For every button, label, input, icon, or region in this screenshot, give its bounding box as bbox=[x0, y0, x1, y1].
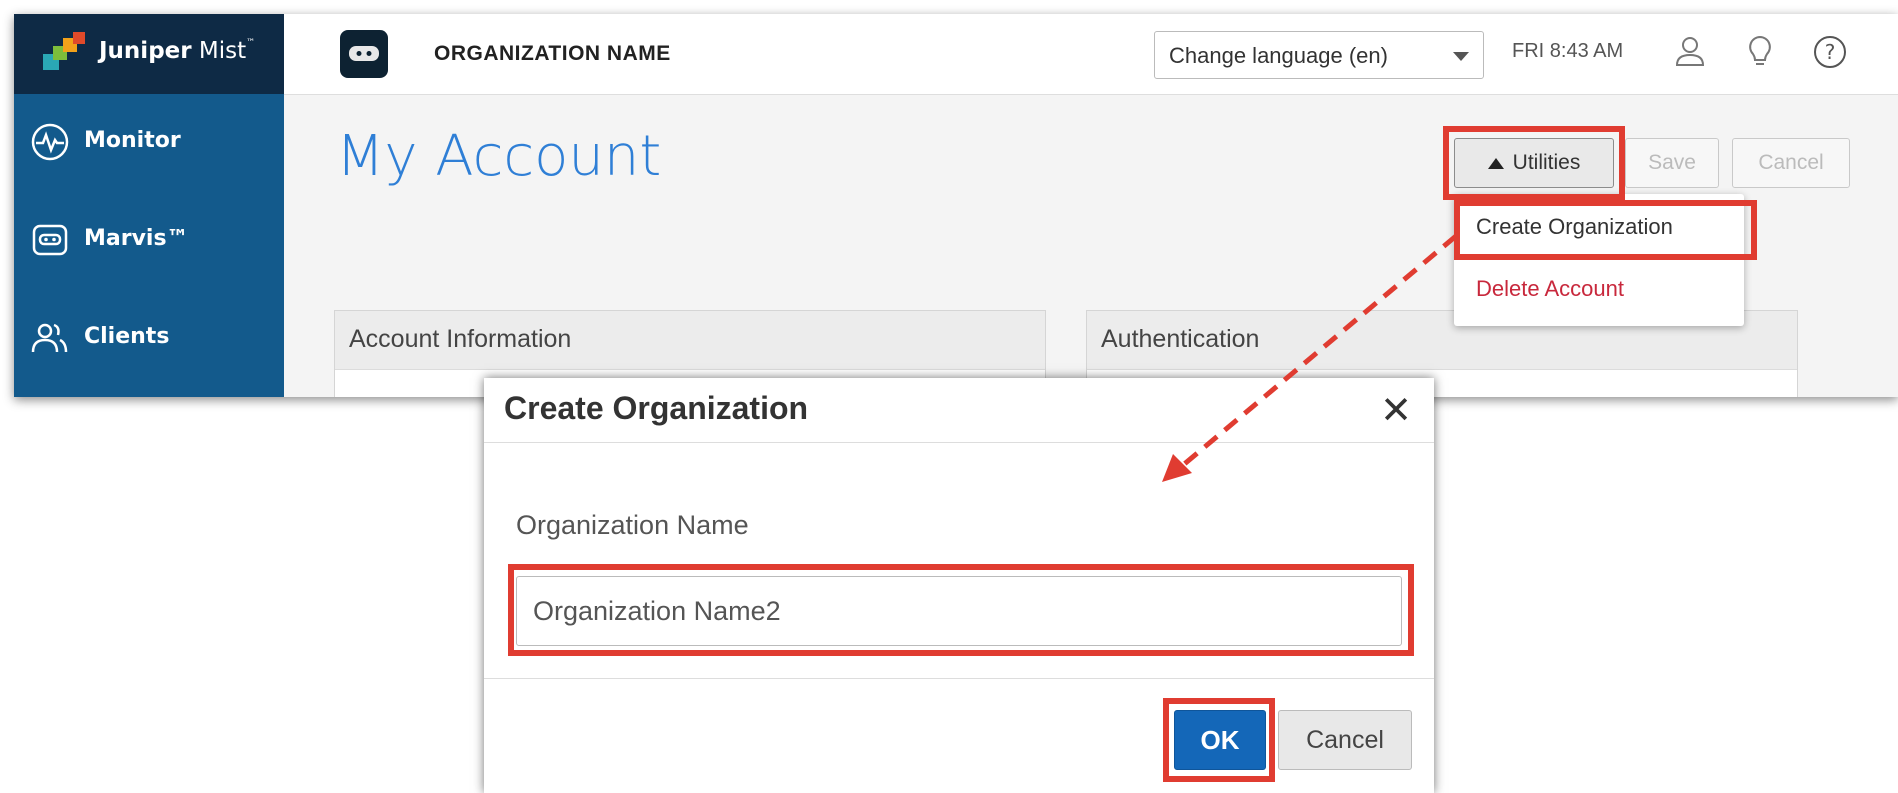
topbar: ORGANIZATION NAME Change language (en) F… bbox=[284, 14, 1898, 95]
help-icon[interactable]: ? bbox=[1810, 32, 1850, 72]
chevron-down-icon bbox=[1453, 52, 1469, 61]
sidebar: Juniper Mist™ Monitor Marvis™ Clients bbox=[14, 14, 284, 397]
ok-button[interactable]: OK bbox=[1174, 710, 1266, 770]
cancel-button[interactable]: Cancel bbox=[1732, 138, 1850, 188]
menu-item-create-organization[interactable]: Create Organization bbox=[1476, 214, 1673, 240]
organization-name-label: Organization Name bbox=[516, 510, 749, 540]
monitor-pulse-icon bbox=[31, 123, 69, 161]
organization-name-input[interactable] bbox=[516, 576, 1402, 646]
page-title: My Account bbox=[336, 124, 662, 189]
divider bbox=[484, 442, 1434, 443]
org-name[interactable]: ORGANIZATION NAME bbox=[434, 42, 671, 66]
lightbulb-icon[interactable] bbox=[1740, 32, 1780, 72]
divider bbox=[484, 678, 1434, 679]
logo-text: Juniper Mist™ bbox=[99, 38, 256, 64]
language-select-value: Change language (en) bbox=[1169, 43, 1388, 68]
sidebar-item-label: Marvis™ bbox=[84, 226, 189, 251]
utilities-button[interactable]: Utilities bbox=[1454, 138, 1614, 188]
clock: FRI 8:43 AM bbox=[1512, 40, 1624, 62]
sidebar-item-label: Monitor bbox=[84, 128, 181, 153]
create-organization-dialog: Create Organization ✕ Organization Name … bbox=[484, 378, 1434, 793]
sidebar-item-label: Clients bbox=[84, 324, 170, 349]
org-avatar[interactable] bbox=[340, 30, 388, 78]
close-icon[interactable]: ✕ bbox=[1380, 388, 1412, 432]
sidebar-item-clients[interactable]: Clients bbox=[14, 290, 284, 380]
sidebar-item-monitor[interactable]: Monitor bbox=[14, 94, 284, 184]
utilities-label: Utilities bbox=[1512, 151, 1581, 174]
sidebar-item-marvis[interactable]: Marvis™ bbox=[14, 192, 284, 282]
panel-title: Authentication bbox=[1101, 325, 1260, 353]
juniper-logo-icon bbox=[43, 32, 85, 70]
user-icon[interactable] bbox=[1670, 32, 1710, 72]
logo[interactable]: Juniper Mist™ bbox=[14, 14, 284, 94]
panel-title: Account Information bbox=[349, 325, 572, 353]
cancel-button[interactable]: Cancel bbox=[1278, 710, 1412, 770]
triangle-up-icon bbox=[1487, 157, 1504, 169]
language-select[interactable]: Change language (en) bbox=[1154, 31, 1484, 79]
app-window: Juniper Mist™ Monitor Marvis™ Clients OR… bbox=[14, 14, 1898, 397]
panel-header: Account Information bbox=[335, 311, 1045, 370]
menu-item-delete-account[interactable]: Delete Account bbox=[1476, 276, 1624, 302]
dialog-title: Create Organization bbox=[504, 390, 809, 426]
bot-icon bbox=[349, 46, 379, 61]
marvis-icon bbox=[32, 224, 68, 256]
utilities-menu: Create Organization Delete Account bbox=[1454, 194, 1744, 326]
clients-icon bbox=[31, 323, 68, 353]
save-button[interactable]: Save bbox=[1625, 138, 1719, 188]
svg-text:?: ? bbox=[1825, 40, 1836, 64]
